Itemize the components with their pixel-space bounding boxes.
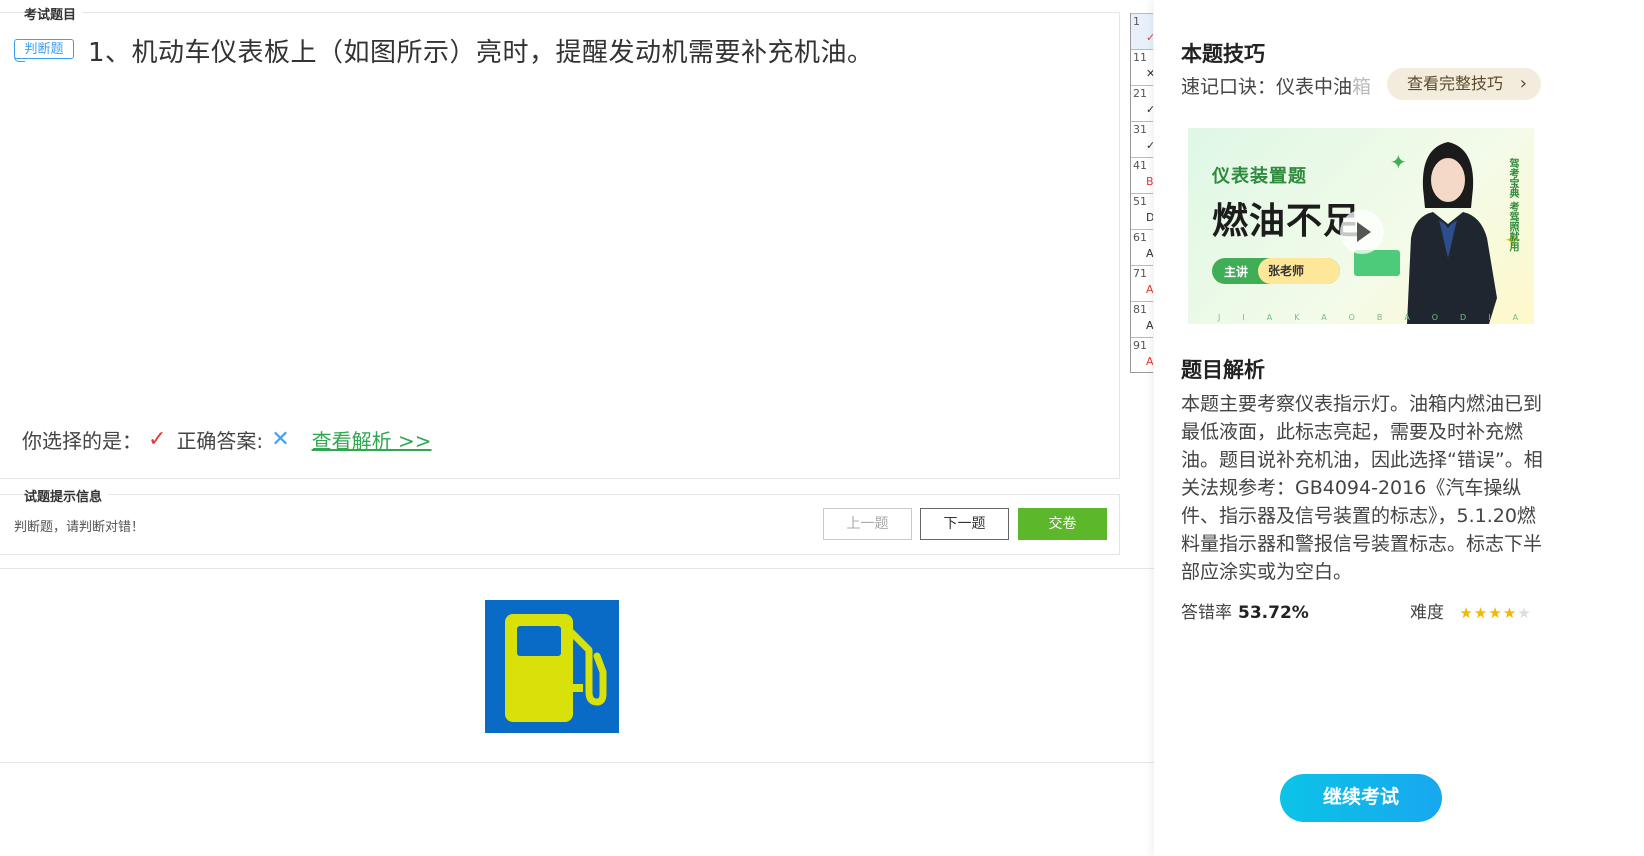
hint-box-right-border [1119,494,1120,554]
lecturer-photo [1407,142,1497,324]
tip-mnemonic-fade: 箱 [1352,76,1372,98]
answer-grid-cell[interactable]: 31 ✓ [1131,121,1153,157]
answer-grid-cell-mark: ✓ [1146,31,1153,44]
answer-grid-cell[interactable]: 41 B [1131,157,1153,193]
answer-grid-cell-number: 21 [1133,87,1147,100]
answer-grid-cell-mark: D [1146,211,1153,224]
answer-grid-cell-number: 91 [1133,339,1147,352]
star-icon: ★ [1459,604,1474,622]
answer-grid-cell-number: 61 [1133,231,1147,244]
answer-grid-cell-number: 51 [1133,195,1147,208]
answer-grid-cell[interactable]: 91 A [1131,337,1153,372]
star-icon: ★ [1488,604,1503,622]
chevron-right-icon: › [1519,73,1527,94]
fuel-pump-icon [485,600,619,733]
exam-box-bottom-border [0,478,1120,479]
error-rate-value: 53.72% [1238,603,1309,623]
answer-grid-cell-mark: A [1146,355,1153,368]
difficulty: 难度 ★★★★★ [1410,598,1532,623]
lecturer-name: 张老师 [1258,258,1340,284]
answer-grid-cell-number: 81 [1133,303,1147,316]
star-icon: ★ [1473,604,1489,622]
stats-row: 答错率 53.72% 难度 ★★★★★ [1181,598,1543,623]
banner-spell-text: JIAKAOBAODIAN [1218,313,1534,322]
hint-text: 判断题，请判断对错！ [14,520,145,535]
star-icon: ★ [1517,604,1532,622]
answer-grid-cell[interactable]: 21 ✓ [1131,85,1153,121]
answer-grid-cell-mark: A [1146,283,1153,296]
tips-sidebar: 本题技巧 速记口诀：仪表中油箱 查看完整技巧 › 仪表装置题 燃油不足 主讲 张… [1154,0,1644,856]
answer-grid-cell-mark: B [1146,175,1153,188]
your-choice-label: 你选择的是： [22,428,142,453]
banner-tag: 仪表装置题 [1212,166,1307,187]
answer-grid-cell[interactable]: 71 A [1131,265,1153,301]
answer-grid-cell-mark: ✕ [1146,67,1153,80]
correct-answer-label: 正确答案: [176,428,264,453]
answer-grid-cell-number: 71 [1133,267,1147,280]
lecturer-label: 主讲 [1224,264,1249,279]
view-full-tips-label: 查看完整技巧 [1407,74,1504,93]
analysis-text: 本题主要考察仪表指示灯。油箱内燃油已到最低液面，此标志亮起，需要及时补充燃油。题… [1181,393,1543,583]
answer-grid-cell-number: 31 [1133,123,1147,136]
hint-bottom-border [0,554,1120,555]
answer-grid-cell[interactable]: 11 ✕ [1131,49,1153,85]
answer-grid-cell[interactable]: 1✓ [1131,13,1153,49]
answer-grid-cell-mark: ✓ [1146,139,1153,152]
answer-grid-cell[interactable]: 51 D [1131,193,1153,229]
submit-exam-button[interactable]: 交卷 [1018,508,1107,540]
sparkle-icon: ✦ [1390,150,1407,174]
hint-top-border [0,494,1120,495]
prev-question-button[interactable]: 上一题 [823,508,912,540]
check-icon: ✓ [148,426,167,452]
hint-section-title: 试题提示信息 [24,486,109,505]
answer-row: 你选择的是： ✓ 正确答案: ✕ 查看解析 >> [22,424,432,454]
question-type-badge: 判断题 [14,39,74,62]
answer-grid-cell[interactable]: 81 A [1131,301,1153,337]
answer-grid-cell-mark: A [1146,319,1153,332]
exam-section-title: 考试题目 [24,4,83,23]
continue-exam-button[interactable]: 继续考试 [1280,774,1442,822]
cross-icon: ✕ [271,426,290,452]
video-banner[interactable]: 仪表装置题 燃油不足 主讲 张老师 ✦ ✦ 驾考宝典 考驾照就用 JIAKAOB… [1188,128,1534,324]
analysis-title: 题目解析 [1181,358,1265,382]
exam-box-right-border [1119,12,1120,478]
tips-title: 本题技巧 [1181,42,1265,66]
tip-mnemonic-text: 速记口诀：仪表中油 [1181,76,1353,98]
star-icon: ★ [1502,604,1518,622]
next-question-button[interactable]: 下一题 [920,508,1009,540]
image-bottom-border [0,762,1154,763]
image-top-border [0,568,1154,569]
error-rate-label: 答错率 [1181,603,1232,623]
answer-grid-cell-number: 11 [1133,51,1147,64]
difficulty-stars: ★★★★★ [1459,604,1531,622]
answer-grid-cell-number: 41 [1133,159,1147,172]
view-analysis-link[interactable]: 查看解析 >> [312,425,432,454]
answer-grid-cell[interactable]: 61 A [1131,229,1153,265]
answer-sheet-grid: 1✓11✕21✓31✓41B51D61A71A81A91A [1130,13,1153,373]
tip-mnemonic: 速记口诀：仪表中油箱 [1181,72,1381,99]
question-text: 1、机动车仪表板上（如图所示）亮时，提醒发动机需要补充机油。 [88,38,874,68]
answer-grid-cell-mark: A [1146,247,1153,260]
top-divider [0,12,1120,13]
difficulty-label: 难度 [1410,603,1444,623]
view-full-tips-button[interactable]: 查看完整技巧 › [1387,68,1541,100]
banner-headline: 燃油不足 [1212,201,1361,242]
answer-grid-cell-number: 1 [1133,15,1140,28]
lecturer-pill: 主讲 张老师 [1212,258,1340,284]
banner-vertical-text: 驾考宝典 考驾照就用 [1507,158,1518,252]
play-icon[interactable] [1340,210,1384,254]
answer-grid-cell-mark: ✓ [1146,103,1153,116]
